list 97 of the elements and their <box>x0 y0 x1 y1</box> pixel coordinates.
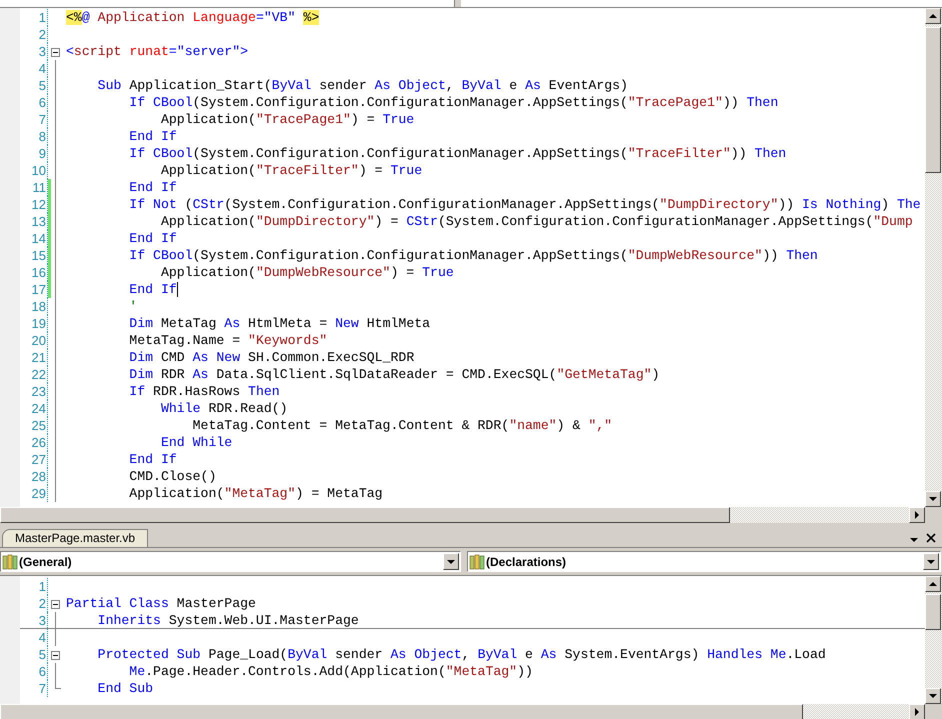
line-number: 28 <box>20 468 48 485</box>
line-number: 7 <box>20 680 48 697</box>
code-line: Protected Sub Page_Load(ByVal sender As Object, ByVal e As System.EventArgs) Handles Me.Load <box>96 646 826 663</box>
line-number: 9 <box>20 145 48 162</box>
line-number: 3 <box>20 612 48 628</box>
books-icon <box>469 554 485 570</box>
caret-down-icon <box>927 560 935 564</box>
caret-up-icon <box>929 14 937 18</box>
code-line: MetaTag.Content = MetaTag.Content & RDR("name") & "," <box>192 417 612 434</box>
code-line: Dim RDR As Data.SqlClient.SqlDataReader = CMD.ExecSQL("GetMetaTag") <box>128 366 660 383</box>
code-line: Partial Class MasterPage <box>65 595 256 612</box>
collapse-icon[interactable] <box>51 48 60 57</box>
dropdown-field[interactable] <box>461 0 942 7</box>
line-number: 4 <box>20 60 48 77</box>
code-line: ' <box>128 298 138 315</box>
caret-down-icon <box>929 694 937 698</box>
code-line: Inherits System.Web.UI.MasterPage <box>96 612 359 628</box>
line-number: 6 <box>20 663 48 680</box>
code-line: If CBool(System.Configuration.ConfigurationManager.AppSettings("TraceFilter")) Then <box>128 145 786 162</box>
scroll-thumb[interactable] <box>925 594 941 630</box>
caret-up-icon <box>929 582 937 586</box>
code-line: Application("TraceFilter") = True <box>160 162 422 179</box>
caret-right-icon <box>915 511 919 519</box>
code-line: MetaTag.Name = "Keywords" <box>128 332 328 349</box>
code-line: Application("DumpDirectory") = CStr(System.Configuration.ConfigurationManager.AppSettings("Dump <box>160 213 913 230</box>
scroll-thumb[interactable] <box>925 27 941 173</box>
combo-value: (Declarations) <box>485 554 568 570</box>
line-number: 3 <box>20 43 48 60</box>
line-number: 4 <box>20 629 48 646</box>
code-line: End If <box>128 128 177 145</box>
line-number: 18 <box>20 298 48 315</box>
line-number: 23 <box>20 383 48 400</box>
caret-down-icon <box>910 538 918 542</box>
code-line: End While <box>160 434 232 451</box>
code-line: <%@ Application Language="VB" %> <box>65 9 320 26</box>
combo-value: (General) <box>18 554 73 570</box>
line-number: 5 <box>20 646 48 663</box>
code-line: End If <box>128 451 177 468</box>
code-line: Application("TracePage1") = True <box>160 111 414 128</box>
caret-down-icon <box>929 497 937 501</box>
code-line: Dim MetaTag As HtmlMeta = New HtmlMeta <box>128 315 430 332</box>
code-line: Dim CMD As New SH.Common.ExecSQL_RDR <box>128 349 414 366</box>
collapse-icon[interactable] <box>51 651 60 660</box>
close-icon[interactable] <box>926 533 936 543</box>
line-number: 5 <box>20 77 48 94</box>
code-line: CMD.Close() <box>128 468 216 485</box>
scroll-right-button[interactable] <box>909 507 925 523</box>
line-number: 24 <box>20 400 48 417</box>
code-line: End Sub <box>96 680 154 697</box>
line-number: 2 <box>20 595 48 612</box>
dropdown-button[interactable] <box>923 553 939 570</box>
caret-right-icon <box>915 708 919 716</box>
line-number: 22 <box>20 366 48 383</box>
caret-down-icon <box>447 560 455 564</box>
scroll-down-button[interactable] <box>925 688 941 704</box>
file-tab[interactable]: MasterPage.master.vb <box>2 529 148 547</box>
scroll-up-button[interactable] <box>925 576 941 592</box>
line-number: 19 <box>20 315 48 332</box>
member-combo[interactable]: (Declarations) <box>467 551 941 572</box>
code-line: End If <box>128 179 177 196</box>
code-line: Application("DumpWebResource") = True <box>160 264 454 281</box>
line-number: 20 <box>20 332 48 349</box>
code-line: <script runat="server"> <box>65 43 248 60</box>
line-number: 2 <box>20 26 48 43</box>
code-line: If Not (CStr(System.Configuration.ConfigurationManager.AppSettings("DumpDirectory")) Is Nothing) The <box>128 196 921 213</box>
code-line: If CBool(System.Configuration.ConfigurationManager.AppSettings("DumpWebResource")) Then <box>128 247 818 264</box>
line-number: 29 <box>20 485 48 502</box>
dropdown-button[interactable] <box>443 553 459 570</box>
horizontal-scrollbar[interactable] <box>0 507 925 523</box>
line-number: 1 <box>20 9 48 26</box>
line-number: 8 <box>20 128 48 145</box>
code-line: If RDR.HasRows Then <box>128 383 280 400</box>
scroll-right-button[interactable] <box>909 704 925 719</box>
object-combo[interactable]: (General) <box>0 551 461 572</box>
code-line: Me.Page.Header.Controls.Add(Application("MetaTag")) <box>128 663 533 680</box>
code-line: Application("MetaTag") = MetaTag <box>128 485 383 502</box>
code-line: End If <box>128 281 178 298</box>
line-number: 21 <box>20 349 48 366</box>
scroll-down-button[interactable] <box>925 491 941 507</box>
dropdown-field[interactable] <box>0 0 455 7</box>
vertical-scrollbar[interactable] <box>925 576 942 704</box>
collapse-icon[interactable] <box>51 600 60 609</box>
code-line: While RDR.Read() <box>160 400 288 417</box>
code-line: If CBool(System.Configuration.ConfigurationManager.AppSettings("TracePage1")) Then <box>128 94 778 111</box>
line-number: 27 <box>20 451 48 468</box>
vertical-scrollbar[interactable] <box>925 8 942 507</box>
line-number: 7 <box>20 111 48 128</box>
line-number: 6 <box>20 94 48 111</box>
books-icon <box>2 554 18 570</box>
code-line: Sub Application_Start(ByVal sender As Object, ByVal e As EventArgs) <box>96 77 628 94</box>
line-number: 1 <box>20 578 48 595</box>
line-number: 26 <box>20 434 48 451</box>
code-line: End If <box>128 230 177 247</box>
line-number: 10 <box>20 162 48 179</box>
scroll-thumb[interactable] <box>0 507 730 523</box>
scroll-up-button[interactable] <box>925 8 941 24</box>
line-number: 25 <box>20 417 48 434</box>
